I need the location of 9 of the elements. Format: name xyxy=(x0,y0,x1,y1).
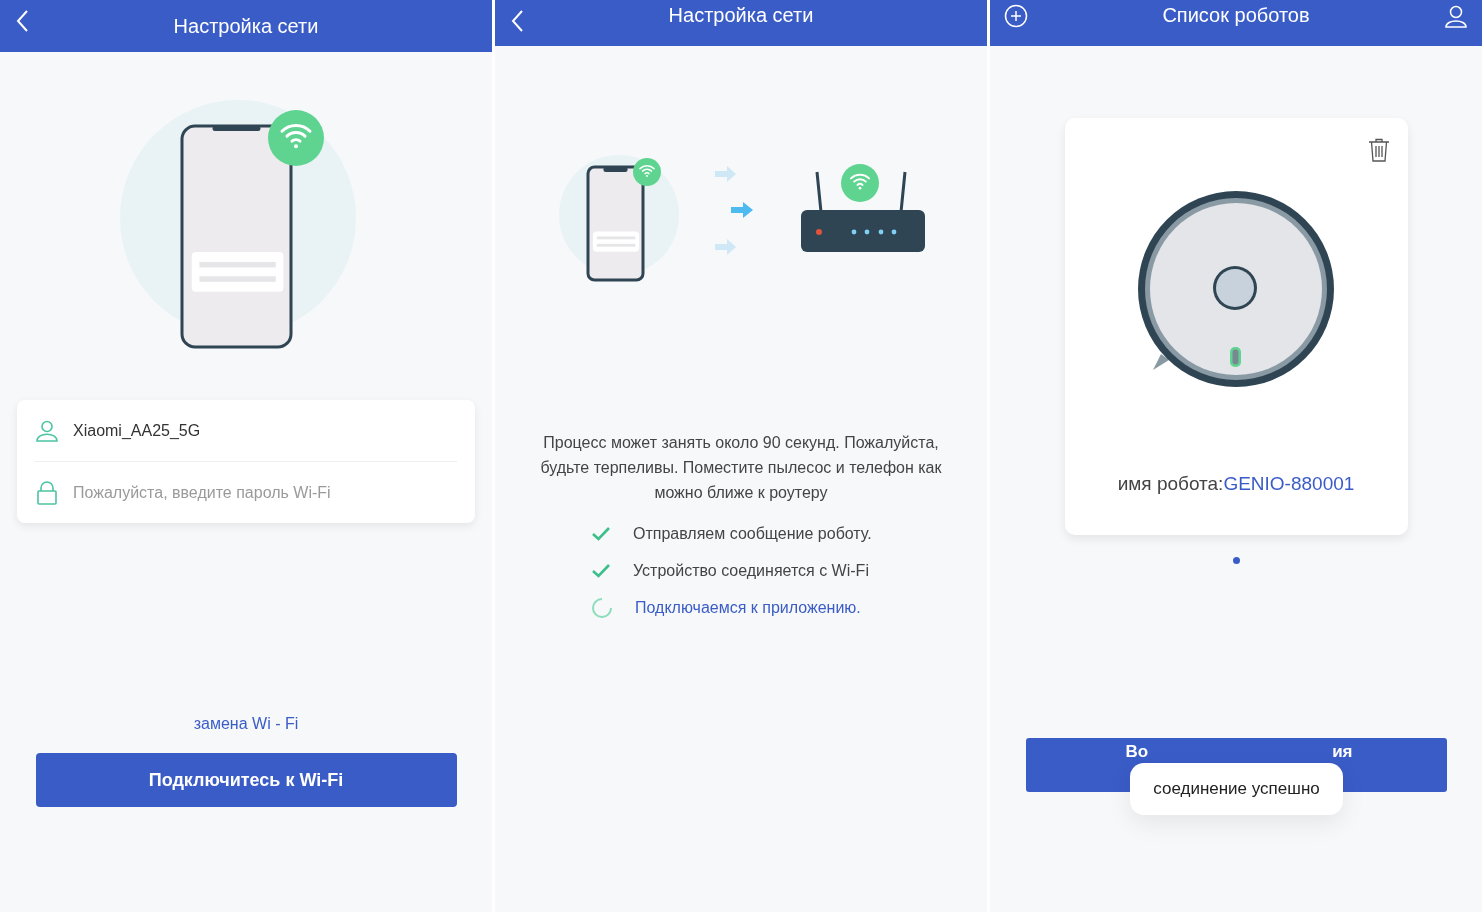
step-label: Отправляем сообщение роботу. xyxy=(633,524,872,543)
success-toast: соединение успешно xyxy=(1130,763,1343,815)
robot-name-text: имя робота:GENIO-880001 xyxy=(1117,473,1355,495)
screen-title: Настройка сети xyxy=(668,3,814,27)
step-label: Подключаемся к приложению. xyxy=(635,598,861,617)
screen-title: Список роботов xyxy=(1162,3,1310,27)
instruction-text: Процесс может занять около 90 секунд. Пожалуйста, будьте терпеливы. Поместите пылесос и телефон как можно ближе к роутеру xyxy=(539,433,943,503)
screen-title: Настройка сети xyxy=(173,14,319,38)
step-label: Устройство соединяется с Wi-Fi xyxy=(633,561,869,580)
